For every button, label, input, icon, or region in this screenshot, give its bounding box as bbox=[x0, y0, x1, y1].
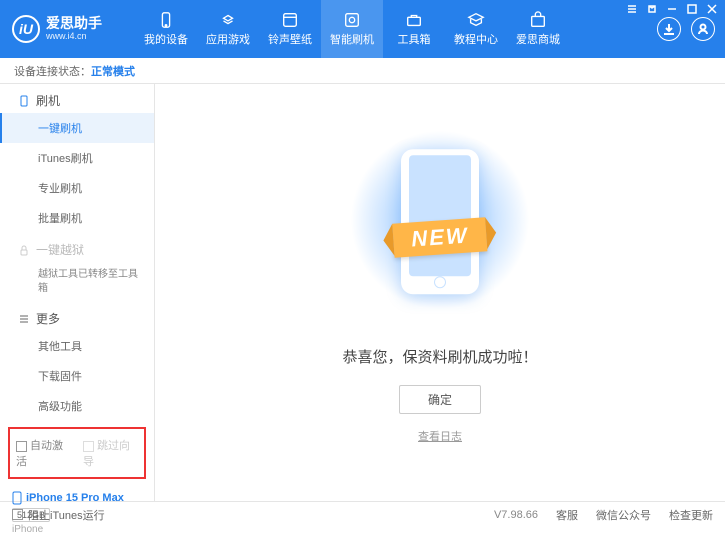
nav-my-device[interactable]: 我的设备 bbox=[135, 0, 197, 58]
window-controls bbox=[625, 2, 719, 16]
sidebar-item-batch-flash[interactable]: 批量刷机 bbox=[0, 203, 154, 233]
flash-icon bbox=[342, 11, 362, 29]
top-nav: 我的设备 应用游戏 铃声壁纸 智能刷机 工具箱 教程中心 爱思商城 bbox=[135, 0, 569, 58]
app-subtitle: www.i4.cn bbox=[46, 32, 102, 42]
success-message: 恭喜您，保资料刷机成功啦！ bbox=[342, 346, 537, 367]
sidebar-item-advanced[interactable]: 高级功能 bbox=[0, 391, 154, 421]
download-button[interactable] bbox=[657, 17, 681, 41]
sidebar-item-download-fw[interactable]: 下载固件 bbox=[0, 361, 154, 391]
flash-section-icon bbox=[18, 95, 30, 107]
status-value: 正常模式 bbox=[91, 63, 135, 79]
version-label: V7.98.66 bbox=[494, 509, 538, 521]
options-panel: 自动激活 跳过向导 bbox=[8, 427, 146, 479]
device-name[interactable]: iPhone 15 Pro Max bbox=[12, 491, 142, 505]
sidebar-section-more[interactable]: 更多 bbox=[0, 302, 154, 331]
apps-icon bbox=[218, 11, 238, 29]
toolbox-icon bbox=[404, 11, 424, 29]
content-area: 刷机 一键刷机 iTunes刷机 专业刷机 批量刷机 一键越狱 越狱工具已转移至… bbox=[0, 84, 725, 501]
app-header: iU 爱思助手 www.i4.cn 我的设备 应用游戏 铃声壁纸 智能刷机 工具… bbox=[0, 0, 725, 58]
ok-button[interactable]: 确定 bbox=[399, 385, 481, 414]
user-button[interactable] bbox=[691, 17, 715, 41]
lock-icon bbox=[18, 244, 30, 256]
device-icon bbox=[156, 11, 176, 29]
support-link[interactable]: 客服 bbox=[556, 507, 578, 523]
skip-guide-checkbox[interactable]: 跳过向导 bbox=[83, 437, 138, 469]
logo-icon: iU bbox=[12, 15, 40, 43]
sidebar-section-jailbreak: 一键越狱 bbox=[0, 233, 154, 262]
tutorial-icon bbox=[466, 11, 486, 29]
app-title: 爱思助手 bbox=[46, 16, 102, 31]
new-banner: NEW bbox=[392, 217, 487, 257]
update-link[interactable]: 检查更新 bbox=[669, 507, 713, 523]
sidebar: 刷机 一键刷机 iTunes刷机 专业刷机 批量刷机 一键越狱 越狱工具已转移至… bbox=[0, 84, 155, 501]
nav-store[interactable]: 爱思商城 bbox=[507, 0, 569, 58]
minimize-icon[interactable] bbox=[665, 2, 679, 16]
view-log-link[interactable]: 查看日志 bbox=[418, 428, 462, 444]
sidebar-item-onekey-flash[interactable]: 一键刷机 bbox=[0, 113, 154, 143]
wechat-link[interactable]: 微信公众号 bbox=[596, 507, 651, 523]
sidebar-item-other-tools[interactable]: 其他工具 bbox=[0, 331, 154, 361]
success-illustration: NEW bbox=[350, 134, 530, 324]
jailbreak-info: 越狱工具已转移至工具箱 bbox=[0, 262, 154, 302]
block-itunes-checkbox[interactable]: 阻止iTunes运行 bbox=[12, 507, 105, 523]
nav-apps[interactable]: 应用游戏 bbox=[197, 0, 259, 58]
sidebar-item-pro-flash[interactable]: 专业刷机 bbox=[0, 173, 154, 203]
close-icon[interactable] bbox=[705, 2, 719, 16]
main-panel: NEW 恭喜您，保资料刷机成功啦！ 确定 查看日志 bbox=[155, 84, 725, 501]
ringtone-icon bbox=[280, 11, 300, 29]
nav-smart-flash[interactable]: 智能刷机 bbox=[321, 0, 383, 58]
header-right bbox=[657, 17, 725, 41]
more-icon bbox=[18, 313, 30, 325]
skin-icon[interactable] bbox=[645, 2, 659, 16]
app-logo: iU 爱思助手 www.i4.cn bbox=[0, 15, 135, 43]
device-type: iPhone bbox=[12, 524, 142, 535]
nav-tutorials[interactable]: 教程中心 bbox=[445, 0, 507, 58]
status-bar: 设备连接状态： 正常模式 bbox=[0, 58, 725, 84]
sidebar-item-itunes-flash[interactable]: iTunes刷机 bbox=[0, 143, 154, 173]
nav-toolbox[interactable]: 工具箱 bbox=[383, 0, 445, 58]
menu-icon[interactable] bbox=[625, 2, 639, 16]
store-icon bbox=[528, 11, 548, 29]
auto-activate-checkbox[interactable]: 自动激活 bbox=[16, 437, 71, 469]
status-label: 设备连接状态： bbox=[14, 63, 91, 79]
sidebar-section-flash[interactable]: 刷机 bbox=[0, 84, 154, 113]
maximize-icon[interactable] bbox=[685, 2, 699, 16]
nav-ringtones[interactable]: 铃声壁纸 bbox=[259, 0, 321, 58]
